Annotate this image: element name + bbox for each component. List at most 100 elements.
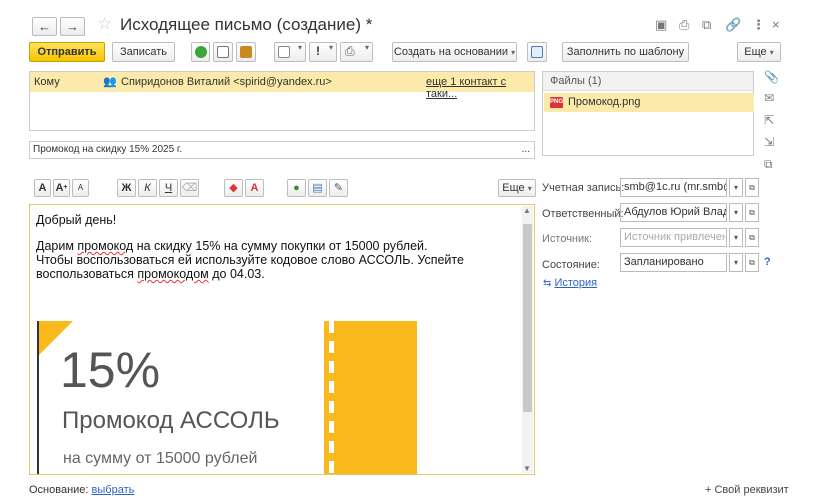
attach-icon[interactable]: 📎 [764,70,779,84]
add-icon [195,46,207,58]
format-more-button[interactable]: Еще ▾ [498,179,536,197]
bold-button[interactable]: Ж [117,179,136,197]
templates-menu-button[interactable]: ▾ [274,42,306,62]
subject-field[interactable]: Промокод на скидку 15% 2025 г. ... [29,141,535,159]
promo-subtitle: на сумму от 15000 рублей [63,450,258,467]
chevron-down-icon: ▾ [769,48,774,57]
print-menu-button[interactable]: ⎙ ▾ [340,42,373,62]
promo-dashed-line [329,321,334,474]
clear-format-button[interactable]: ⌫ [180,179,199,197]
promo-yellow-strip [324,321,417,474]
close-icon[interactable]: × [772,17,780,32]
save-file-icon[interactable]: ▣ [655,17,667,33]
more-button[interactable]: Еще ▾ [737,42,781,62]
file-item[interactable]: PNG Промокод.png [544,93,754,112]
italic-button[interactable]: К [138,179,157,197]
account-field[interactable]: smb@1c.ru (mr.smb@ [620,178,727,197]
link-icon[interactable]: 🔗 [725,17,741,33]
subject-value: Промокод на скидку 15% 2025 г. [33,144,183,155]
responsible-open[interactable]: ⧉ [745,203,759,222]
account-dropdown[interactable]: ▾ [729,178,743,197]
text-color-button[interactable]: A [245,179,264,197]
add-button[interactable] [191,42,210,62]
history-label: История [554,277,598,289]
scroll-down-icon[interactable]: ▼ [523,464,531,473]
subject-ellipsis-button[interactable]: ... [522,142,530,158]
chevron-down-icon: ▾ [364,43,369,52]
state-label: Состояние: [542,259,600,271]
background-color-button[interactable]: ◆ [224,179,243,197]
export-icon[interactable]: ⇱ [764,113,774,127]
state-field[interactable]: Запланировано [620,253,727,272]
preview-icon[interactable]: ⧉ [702,17,711,33]
format-more-label: Еще [502,182,525,194]
files-header: Файлы (1) [543,72,753,91]
window-title: Исходящее письмо (создание) * [120,15,373,34]
insert-table-button[interactable]: ▤ [308,179,327,197]
book-button[interactable] [236,42,256,62]
mail-settings-icon[interactable]: ✉ [764,91,774,105]
body-line-1: Дарим промокод на скидку 15% на сумму по… [36,239,428,253]
importance-menu-button[interactable]: ! ▾ [309,42,337,62]
book-icon [240,46,252,58]
document-icon [278,46,290,58]
history-link[interactable]: ⇆ История [543,277,597,289]
promo-image: 15% Промокод АССОЛЬ на сумму от 15000 ру… [37,321,417,474]
state-open[interactable]: ⧉ [745,253,759,272]
insert-image-button[interactable]: ● [287,179,306,197]
account-open[interactable]: ⧉ [745,178,759,197]
copy-add-icon [217,46,229,58]
scroll-up-icon[interactable]: ▲ [523,206,531,215]
body-line-2: Чтобы воспользоваться ей используйте код… [36,253,464,267]
font-size-up-button[interactable]: A [34,179,51,197]
favorite-star-icon[interactable]: ☆ [97,14,112,34]
responsible-dropdown[interactable]: ▾ [729,203,743,222]
account-label: Учетная запись: [542,182,625,194]
help-icon[interactable]: ? [764,256,771,268]
own-attribute-link[interactable]: + Свой реквизит [705,484,789,496]
print-icon: ⎙ [345,44,355,58]
forward-button[interactable]: → [60,17,85,36]
fill-template-button[interactable]: Заполнить по шаблону [562,42,689,62]
send-button[interactable]: Отправить [29,42,105,62]
chevron-down-icon: ▾ [511,48,516,57]
chevron-down-icon: ▾ [527,184,532,193]
contacts-icon: 👥 [103,76,117,88]
history-icon: ⇆ [543,278,552,289]
back-button[interactable]: ← [32,17,57,36]
add-copy-button[interactable] [213,42,233,62]
insert-line-button[interactable]: ✎ [329,179,348,197]
email-body-editor[interactable]: Добрый день! Дарим промокод на скидку 15… [29,204,535,475]
basis-select-link[interactable]: выбрать [92,484,135,496]
recipient-value[interactable]: Спиридонов Виталий <spirid@yandex.ru> [121,76,332,88]
create-based-on-label: Создать на основании [393,46,509,58]
scroll-thumb[interactable] [523,224,532,412]
recipient-row[interactable]: Кому 👥 Спиридонов Виталий <spirid@yandex… [30,72,534,100]
font-shrink-button[interactable]: A [72,179,89,197]
responsible-label: Ответственный: [542,208,624,220]
editor-scrollbar[interactable]: ▲ ▼ [522,206,533,473]
underline-button[interactable]: Ч [159,179,178,197]
files-panel: Файлы (1) PNG Промокод.png [542,71,754,156]
source-open[interactable]: ⧉ [745,228,759,247]
promo-percent: 15% [60,342,161,398]
source-dropdown[interactable]: ▾ [729,228,743,247]
source-field[interactable]: Источник привлечения [620,228,727,247]
state-dropdown[interactable]: ▾ [729,253,743,272]
importance-icon: ! [316,44,320,58]
save-button[interactable]: Записать [112,42,175,62]
create-based-on-button[interactable]: Создать на основании ▾ [392,42,517,62]
responsible-field[interactable]: Абдулов Юрий Владим [620,203,727,222]
print-icon[interactable]: ⎙ [679,17,689,33]
import-icon[interactable]: ⇲ [764,135,774,149]
recipients-box[interactable]: Кому 👥 Спиридонов Виталий <spirid@yandex… [29,71,535,131]
body-line-3: воспользоваться промокодом до 04.03. [36,267,265,281]
more-contacts-link[interactable]: еще 1 контакт с таки... [426,76,534,100]
more-label: Еще [744,46,767,58]
font-grow-button[interactable]: A+ [53,179,70,197]
structure-button[interactable] [527,42,547,62]
structure-icon [531,46,543,58]
open-window-icon[interactable]: ⧉ [764,157,773,172]
basis-label: Основание: [29,484,89,496]
more-menu-icon[interactable]: ⋮ [752,17,765,33]
